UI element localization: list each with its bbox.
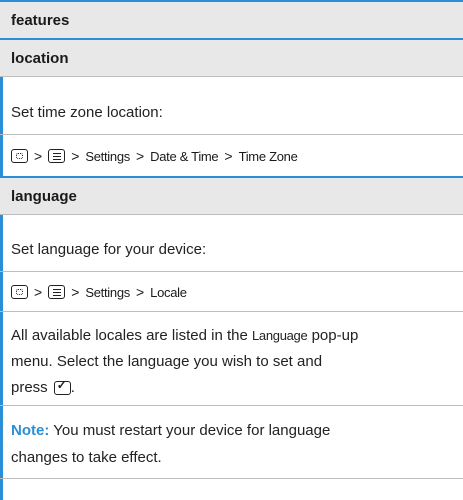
path-separator: > <box>135 148 145 164</box>
menu-key-icon <box>48 285 66 299</box>
note-label: Note: <box>11 422 50 439</box>
path-separator: > <box>71 284 80 300</box>
path-separator: > <box>224 148 233 164</box>
table-header: features <box>0 2 463 38</box>
text-run: pop-up <box>307 327 359 344</box>
ok-key-icon <box>53 379 71 395</box>
path-item: Time Zone <box>238 148 298 164</box>
language-body-line: press . <box>11 379 75 396</box>
table-title: features <box>11 12 70 29</box>
note-line: Note: You must restart your device for l… <box>11 423 330 438</box>
section-heading-location: location <box>11 50 69 67</box>
divider <box>0 134 463 135</box>
menu-key-icon <box>48 149 66 163</box>
path-item: Settings <box>85 284 130 300</box>
section-heading-language: language <box>11 188 77 205</box>
note-line: changes to take effect. <box>11 449 162 466</box>
path-separator: > <box>34 148 43 164</box>
divider <box>0 311 463 312</box>
page: features location Set time zone location… <box>0 0 463 500</box>
section-heading-location-box: location <box>0 40 463 76</box>
divider <box>0 214 463 215</box>
path-item: Locale <box>150 284 187 300</box>
language-body-line: menu. Select the language you wish to se… <box>11 353 323 370</box>
text-run: . <box>70 379 75 396</box>
divider <box>0 405 463 406</box>
language-menu-path: > > Settings > Locale <box>11 285 187 299</box>
text-run: press <box>11 379 48 396</box>
divider <box>0 76 463 77</box>
language-description: Set language for your device: <box>11 241 207 258</box>
path-separator: > <box>34 284 43 300</box>
text-run: All available locales are listed in the <box>11 327 252 344</box>
language-body-line: All available locales are listed in the … <box>11 328 358 343</box>
path-item: Settings <box>85 148 130 164</box>
home-key-icon <box>11 285 28 299</box>
divider <box>0 271 463 272</box>
section-heading-language-box: language <box>0 178 463 214</box>
path-item: Date & Time <box>150 148 219 164</box>
location-description: Set time zone location: <box>11 104 163 121</box>
location-menu-path: > > Settings > Date & Time > Time Zone <box>11 149 298 163</box>
language-menu-label: Language <box>251 328 308 343</box>
path-separator: > <box>135 284 145 300</box>
home-key-icon <box>11 149 28 163</box>
text-run: You must restart your device for languag… <box>49 422 331 439</box>
divider <box>0 478 463 479</box>
path-separator: > <box>71 148 80 164</box>
